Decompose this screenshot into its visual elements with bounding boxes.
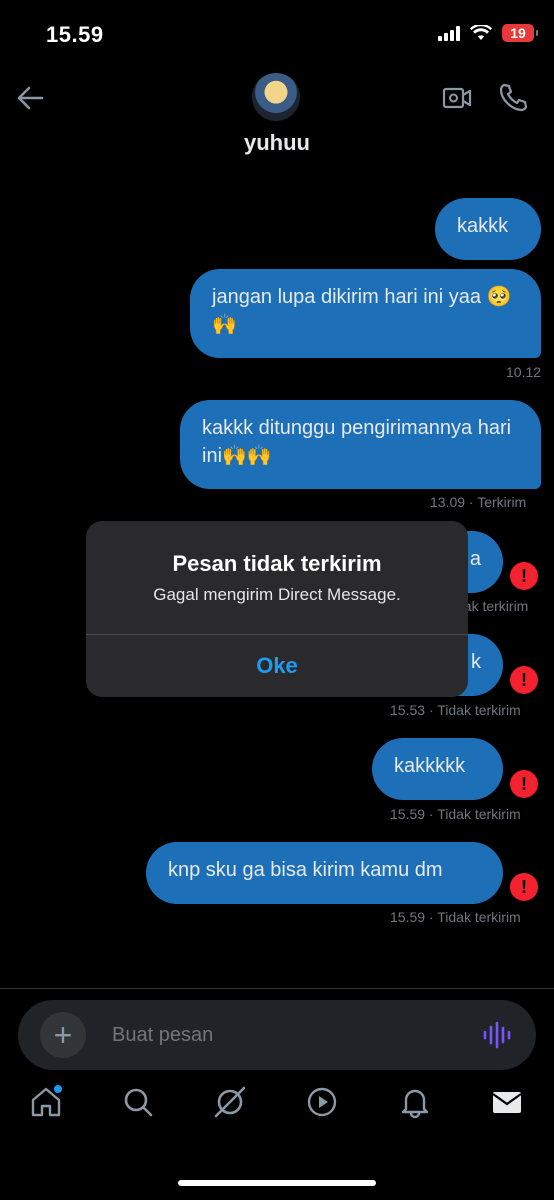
voice-message-icon[interactable]	[482, 1020, 512, 1050]
grok-icon[interactable]	[213, 1085, 247, 1119]
battery-indicator: 19	[502, 24, 538, 42]
status-time: 15.59	[46, 22, 104, 47]
message-meta: 10.12	[506, 364, 542, 380]
message-meta: 13.09 · Terkirim	[430, 494, 527, 510]
cell-signal-icon	[438, 25, 460, 41]
dialog-title: Pesan tidak terkirim	[172, 551, 382, 576]
message-composer[interactable]: + Buat pesan	[18, 1000, 536, 1070]
wifi-icon	[470, 25, 492, 40]
message-meta: 15.59 · Tidak terkirim	[390, 909, 521, 925]
message-bubble[interactable]: kakkk ditunggu pengirimannya hari ini🙌🙌	[180, 400, 541, 489]
composer-divider	[0, 988, 554, 989]
back-arrow-icon[interactable]	[16, 84, 44, 112]
home-icon[interactable]	[29, 1085, 63, 1119]
message-meta: 15.53 · Tidak terkirim	[390, 702, 521, 718]
avatar[interactable]	[252, 73, 300, 121]
search-icon[interactable]	[121, 1085, 155, 1119]
message-bubble[interactable]: kakkkkk	[372, 738, 503, 800]
status-indicators: 19	[438, 24, 538, 42]
messages-icon[interactable]	[490, 1085, 524, 1119]
error-icon[interactable]: !	[510, 873, 538, 901]
message-bubble[interactable]: knp sku ga bisa kirim kamu dm	[146, 842, 503, 904]
error-icon[interactable]: !	[510, 770, 538, 798]
alert-dialog: Pesan tidak terkirim Gagal mengirim Dire…	[86, 521, 468, 697]
phone-call-icon[interactable]	[498, 82, 528, 112]
message-meta: 15.59 · Tidak terkirim	[390, 806, 521, 822]
message-input[interactable]: Buat pesan	[112, 1024, 213, 1047]
home-indicator	[178, 1180, 376, 1186]
video-call-icon[interactable]	[442, 84, 472, 112]
ok-button[interactable]: Oke	[86, 634, 468, 697]
error-icon[interactable]: !	[510, 666, 538, 694]
message-bubble[interactable]: jangan lupa dikirim hari ini yaa 🥺🙌	[190, 269, 541, 358]
error-icon[interactable]: !	[510, 562, 538, 590]
notifications-icon[interactable]	[398, 1085, 432, 1119]
message-bubble[interactable]: kakkk	[435, 198, 541, 260]
bottom-navigation	[0, 1085, 554, 1145]
conversation-username[interactable]: yuhuu	[0, 130, 554, 156]
add-media-icon[interactable]: +	[40, 1012, 86, 1058]
dialog-message: Gagal mengirim Direct Message.	[153, 585, 401, 604]
video-icon[interactable]	[305, 1085, 339, 1119]
